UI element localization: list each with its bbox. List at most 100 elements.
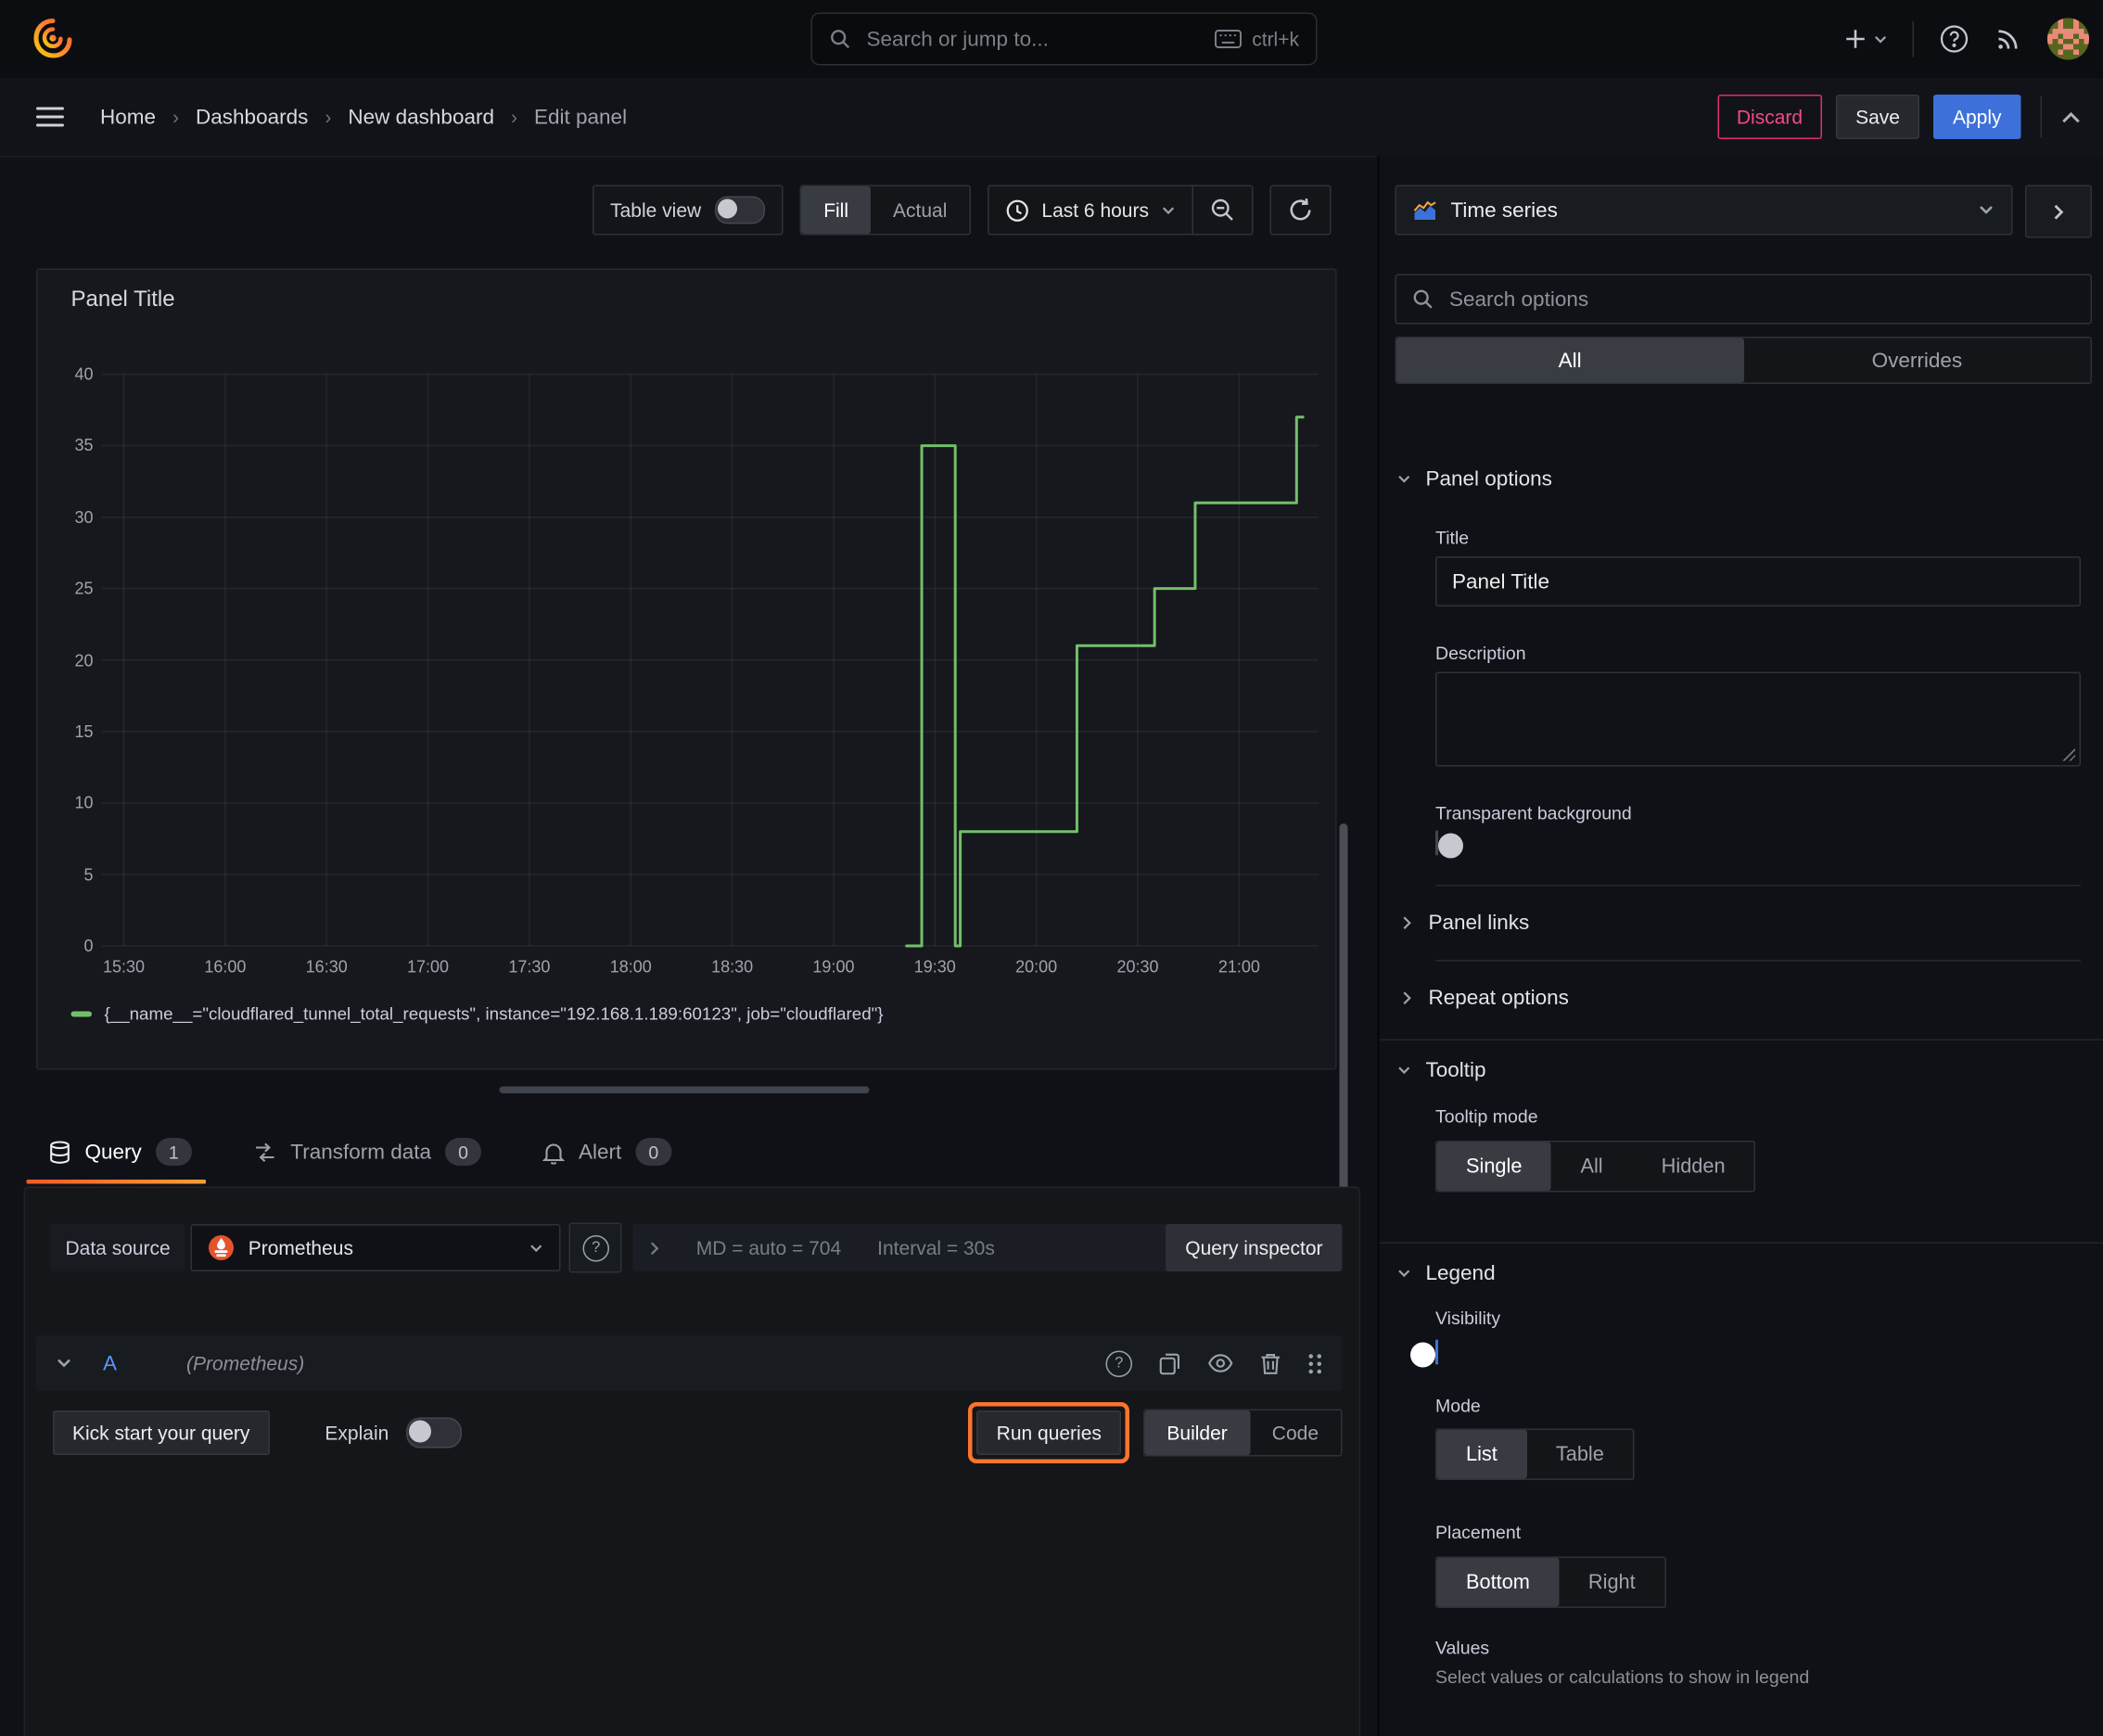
query-ref-id: A <box>103 1351 118 1375</box>
explain-label: Explain <box>325 1422 389 1444</box>
values-help-text: Select values or calculations to show in… <box>1435 1666 1810 1688</box>
placement-bottom-option[interactable]: Bottom <box>1436 1558 1560 1607</box>
datasource-label: Data source <box>50 1224 186 1271</box>
repeat-options-section[interactable]: Repeat options <box>1402 979 2092 1015</box>
tooltip-mode-switch: Single All Hidden <box>1435 1141 1756 1193</box>
legend-section[interactable]: Legend <box>1396 1262 2092 1285</box>
divider <box>1435 960 2081 962</box>
tab-overrides[interactable]: Overrides <box>1743 338 2090 383</box>
chevron-down-icon <box>1162 206 1175 214</box>
query-a-header[interactable]: A (Prometheus) <box>36 1335 1343 1391</box>
tab-query[interactable]: Query 1 <box>26 1123 206 1184</box>
datasource-name: Prometheus <box>248 1236 353 1259</box>
search-input[interactable] <box>863 25 1203 53</box>
time-series-chart[interactable] <box>38 270 1339 1071</box>
fill-option[interactable]: Fill <box>801 186 872 234</box>
section-divider <box>1380 1242 2103 1244</box>
refresh-button[interactable] <box>1271 186 1330 234</box>
placement-right-option[interactable]: Right <box>1559 1558 1664 1607</box>
values-label: Values <box>1435 1637 1490 1659</box>
tooltip-section[interactable]: Tooltip <box>1396 1059 2092 1082</box>
duplicate-icon[interactable] <box>1159 1351 1181 1375</box>
datasource-help-button[interactable] <box>569 1222 623 1273</box>
query-options-bar[interactable]: MD = auto = 704 Interval = 30s Query ins… <box>633 1224 1343 1271</box>
resize-grip-icon[interactable] <box>2061 747 2075 761</box>
chevron-right-icon <box>2054 204 2064 219</box>
save-button[interactable]: Save <box>1836 95 1919 139</box>
panel-links-section[interactable]: Panel links <box>1402 904 2092 940</box>
topbar-actions <box>1844 0 2089 78</box>
explain-control: Explain <box>325 1417 462 1449</box>
transparent-background-toggle[interactable] <box>1435 830 1463 859</box>
grafana-app: ctrl+k <box>0 0 2103 1736</box>
interval: Interval = 30s <box>877 1236 995 1259</box>
kickstart-button[interactable]: Kick start your query <box>53 1410 270 1455</box>
panel-options-section[interactable]: Panel options <box>1396 467 2092 491</box>
panel-resize-handle[interactable] <box>499 1086 870 1093</box>
topbar-divider <box>1912 20 1914 57</box>
tooltip-single-option[interactable]: Single <box>1436 1142 1551 1191</box>
description-textarea[interactable] <box>1435 671 2081 767</box>
tooltip-all-option[interactable]: All <box>1551 1142 1632 1192</box>
query-inspector-button[interactable]: Query inspector <box>1166 1224 1343 1271</box>
breadcrumb-home[interactable]: Home <box>100 105 156 129</box>
breadcrumb-separator <box>322 106 334 128</box>
global-search[interactable]: ctrl+k <box>810 12 1318 66</box>
help-button[interactable] <box>1939 24 1969 55</box>
chevron-down-icon <box>530 1244 543 1252</box>
chart-legend[interactable]: {__name__="cloudflared_tunnel_total_requ… <box>70 1004 884 1024</box>
clock-icon <box>1005 198 1029 223</box>
drag-handle-icon[interactable] <box>1307 1351 1323 1375</box>
placement-label: Placement <box>1435 1522 1522 1543</box>
options-search-input[interactable] <box>1447 286 2075 313</box>
editor-tabs: Query 1 Transform data 0 Alert 0 <box>26 1123 672 1184</box>
explain-toggle[interactable] <box>405 1417 462 1449</box>
news-rss-button[interactable] <box>1995 25 2022 53</box>
code-option[interactable]: Code <box>1250 1410 1341 1455</box>
collapse-panel-icon[interactable] <box>2061 110 2081 123</box>
actual-option[interactable]: Actual <box>871 186 969 234</box>
toggle-viz-pane-button[interactable] <box>2025 185 2092 238</box>
section-divider <box>1380 1039 2103 1040</box>
run-queries-button[interactable]: Run queries <box>976 1410 1121 1455</box>
legend-visibility-toggle[interactable] <box>1410 1339 1438 1368</box>
tooltip-mode-label: Tooltip mode <box>1435 1105 1538 1128</box>
options-filter-tabs: All Overrides <box>1395 337 2092 384</box>
main-pane: Table view Fill Actual Last 6 hours Pane… <box>0 156 1377 1736</box>
builder-option[interactable]: Builder <box>1144 1410 1250 1455</box>
datasource-picker[interactable]: Prometheus <box>191 1224 562 1271</box>
tooltip-hidden-option[interactable]: Hidden <box>1632 1142 1754 1192</box>
actions-divider <box>2040 96 2042 138</box>
legend-table-option[interactable]: Table <box>1526 1430 1633 1479</box>
visualization-picker[interactable]: Time series <box>1395 185 2013 236</box>
tab-all[interactable]: All <box>1396 338 1744 383</box>
avatar[interactable] <box>2047 18 2089 60</box>
zoom-out-button[interactable] <box>1193 186 1252 234</box>
chart-panel[interactable]: Panel Title 0 5 10 15 20 25 30 35 40 15:30 16:00 1… <box>36 268 1339 1071</box>
query-editor-card: Data source Prometheus ? MD = auto = 704… <box>23 1186 1360 1736</box>
table-view-toggle[interactable] <box>715 196 766 224</box>
grafana-logo-icon[interactable] <box>31 17 75 61</box>
breadcrumb-dashboards[interactable]: Dashboards <box>196 105 308 129</box>
menu-toggle-icon[interactable] <box>36 106 64 128</box>
tab-transform[interactable]: Transform data 0 <box>253 1123 482 1181</box>
query-datasource-hint: (Prometheus) <box>186 1352 305 1374</box>
legend-series-label[interactable]: {__name__="cloudflared_tunnel_total_requ… <box>105 1004 884 1024</box>
apply-button[interactable]: Apply <box>1932 95 2021 139</box>
discard-button[interactable]: Discard <box>1716 95 1823 139</box>
legend-list-option[interactable]: List <box>1436 1430 1527 1479</box>
chevron-down-icon <box>57 1359 70 1368</box>
options-search[interactable] <box>1395 274 2092 325</box>
breadcrumb-edit-panel: Edit panel <box>534 105 628 129</box>
trash-icon[interactable] <box>1260 1351 1281 1375</box>
tab-transform-label: Transform data <box>290 1140 432 1164</box>
breadcrumb-new-dashboard[interactable]: New dashboard <box>348 105 494 129</box>
time-picker: Last 6 hours <box>987 185 1254 236</box>
chevron-right-icon <box>1403 990 1411 1004</box>
add-menu-button[interactable] <box>1844 28 1888 50</box>
tab-alert[interactable]: Alert 0 <box>542 1123 672 1181</box>
panel-title-input[interactable] <box>1435 556 2081 606</box>
query-help-icon[interactable] <box>1105 1349 1132 1377</box>
eye-icon[interactable] <box>1207 1354 1234 1373</box>
time-range-button[interactable]: Last 6 hours <box>988 198 1192 223</box>
